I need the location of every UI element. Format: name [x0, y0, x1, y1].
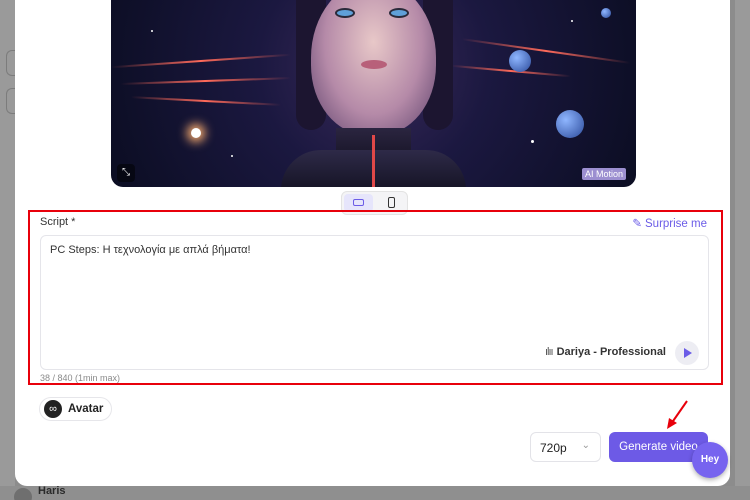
- star: [191, 128, 201, 138]
- play-icon: [684, 348, 692, 358]
- annotation-arrow-icon: [667, 400, 688, 429]
- avatar-eye: [389, 8, 409, 18]
- ai-motion-badge: AI Motion: [582, 168, 627, 180]
- infinity-icon: ∞: [44, 400, 62, 418]
- landscape-icon: [353, 199, 364, 206]
- annotation-arrow-shaft: [670, 400, 688, 425]
- planet: [509, 50, 531, 72]
- star: [151, 30, 153, 32]
- surprise-me-label: Surprise me: [645, 218, 707, 230]
- background-field: [6, 88, 15, 114]
- background-field: [6, 50, 15, 76]
- resolution-select[interactable]: 720p ⌄: [530, 432, 601, 462]
- voice-name: Dariya - Professional: [556, 346, 666, 358]
- light-streak: [461, 38, 631, 64]
- star: [531, 140, 534, 143]
- chevron-down-icon: ⌄: [581, 440, 590, 451]
- light-streak: [131, 96, 281, 106]
- resolution-value: 720p: [540, 441, 567, 455]
- play-voice-button[interactable]: [675, 341, 699, 365]
- script-label: Script *: [40, 216, 76, 228]
- star: [571, 20, 573, 22]
- background-user-name: Haris: [38, 485, 66, 497]
- avatar-preview: ⤡ AI Motion: [111, 0, 636, 187]
- create-video-modal: ⤡ AI Motion Script * ✎ Surprise me PC Ste…: [15, 0, 730, 486]
- light-streak: [111, 53, 291, 69]
- star: [231, 155, 233, 157]
- avatar-suit-light: [372, 135, 375, 187]
- avatar-mode-button[interactable]: ∞ Avatar: [39, 397, 113, 421]
- avatar-mode-label: Avatar: [68, 403, 104, 415]
- avatar-face: [311, 0, 436, 135]
- surprise-me-button[interactable]: ✎ Surprise me: [632, 216, 707, 230]
- annotation-arrow-head: [667, 418, 677, 429]
- script-text: PC Steps: Η τεχνολογία με απλά βήματα!: [50, 244, 251, 256]
- script-textarea[interactable]: PC Steps: Η τεχνολογία με απλά βήματα! ı…: [40, 235, 709, 370]
- background-bottom: [0, 486, 750, 500]
- avatar-lips: [361, 60, 387, 69]
- avatar-eye: [335, 8, 355, 18]
- chat-button[interactable]: Hey: [692, 442, 728, 478]
- expand-icon[interactable]: ⤡: [117, 164, 135, 182]
- script-section: Script * ✎ Surprise me PC Steps: Η τεχνολ…: [28, 210, 723, 385]
- planet: [556, 110, 584, 138]
- voice-wave-icon: ılıı: [544, 346, 554, 358]
- voice-selector[interactable]: ılıı Dariya - Professional: [545, 346, 666, 358]
- background-user-avatar: [14, 488, 32, 500]
- planet: [601, 8, 611, 18]
- portrait-icon: [388, 197, 395, 208]
- background-right: [735, 0, 750, 500]
- character-counter: 38 / 840 (1min max): [40, 373, 121, 383]
- light-streak: [121, 77, 291, 85]
- pen-icon: ✎: [632, 218, 642, 230]
